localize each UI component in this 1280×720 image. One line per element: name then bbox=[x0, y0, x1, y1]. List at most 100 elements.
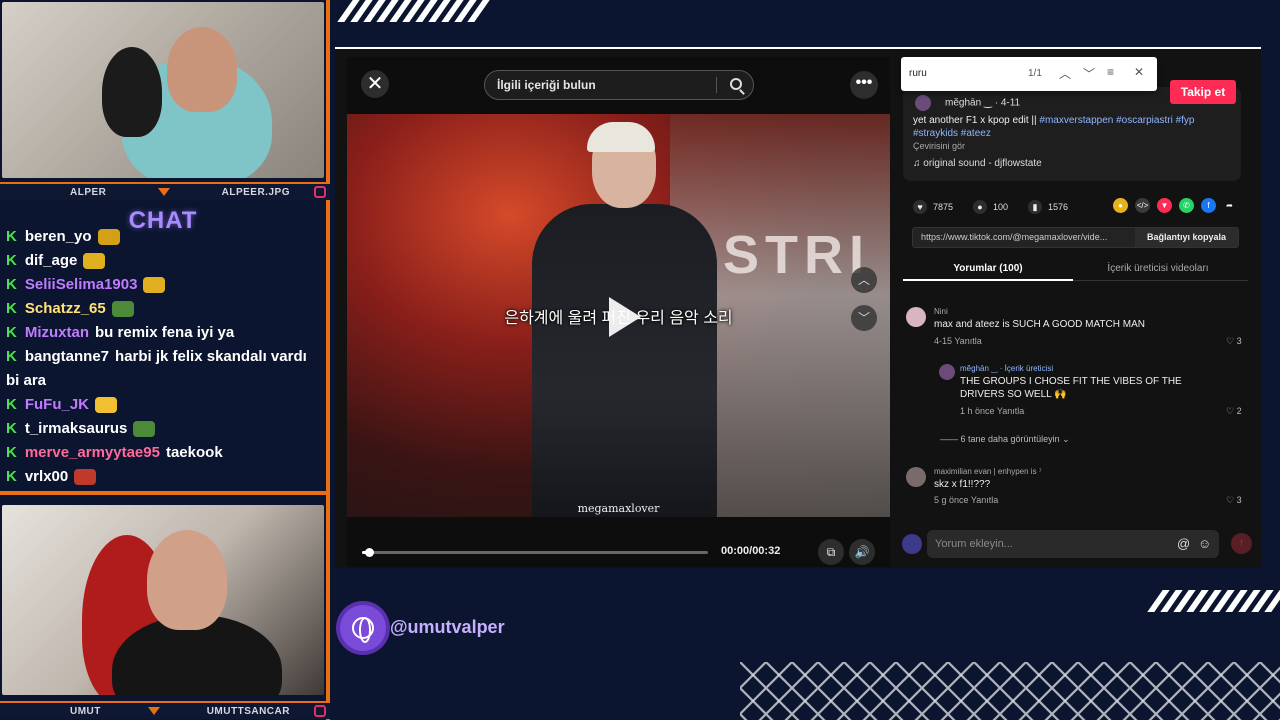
chat-message: K FuFu_JK bbox=[6, 393, 322, 417]
driver-cap bbox=[587, 122, 655, 152]
badge-icon: K bbox=[6, 396, 17, 413]
comment-icon[interactable]: ● bbox=[973, 200, 987, 214]
comment-meta[interactable]: 1 h önce Yanıtla bbox=[960, 406, 1024, 416]
comment-count: 100 bbox=[993, 202, 1009, 212]
heart-icon[interactable]: ♥ bbox=[913, 200, 927, 214]
search-input[interactable]: İlgili içeriği bulun bbox=[484, 70, 754, 100]
bookmark-icon[interactable]: ▮ bbox=[1028, 200, 1042, 214]
diamond-pattern-decoration bbox=[740, 662, 1280, 720]
chat-username[interactable]: vrlx00 bbox=[25, 468, 68, 485]
browser-window: ✕ İlgili içeriği bulun ••• ASTRI 은하계에 울려… bbox=[335, 47, 1261, 568]
share-link-text[interactable]: https://www.tiktok.com/@megamaxlover/vid… bbox=[921, 232, 1107, 242]
search-icon[interactable] bbox=[730, 78, 742, 90]
play-icon[interactable] bbox=[609, 297, 641, 337]
avatar[interactable] bbox=[906, 467, 926, 487]
comment-composer: Yorum ekleyin... @ ☺ ↑ bbox=[892, 528, 1252, 560]
mention-icon[interactable]: @ bbox=[1177, 536, 1190, 551]
progress-knob[interactable] bbox=[364, 548, 374, 557]
chat-list: Kberen_yo Kdif_age K SeliiSelima1903 K Schatz… bbox=[6, 225, 322, 489]
translate-link[interactable]: Çevirisini gör bbox=[913, 141, 965, 151]
find-query[interactable]: ruru bbox=[909, 68, 927, 79]
video-timecode: 00:00/00:32 bbox=[721, 545, 781, 557]
comment-meta[interactable]: 4-15 Yanıtla bbox=[934, 336, 982, 346]
copy-link-button[interactable]: Bağlantıyı kopyala bbox=[1134, 228, 1238, 247]
post-author[interactable]: mĕghān ‿ · 4-11 bbox=[915, 95, 1020, 111]
video-frame[interactable]: ASTRI 은하계에 울려 퍼진 우리 음악 소리 ︿ ﹀ megamaxlov… bbox=[347, 114, 890, 517]
avatar[interactable] bbox=[906, 307, 926, 327]
save-stat[interactable]: ▮ 1576 bbox=[1028, 200, 1068, 214]
badge-icon: K bbox=[6, 252, 17, 269]
badge-icon: K bbox=[6, 444, 17, 461]
more-options-button[interactable]: ••• bbox=[850, 71, 878, 99]
whatsapp-icon[interactable]: ✆ bbox=[1179, 198, 1194, 213]
emote-icon bbox=[97, 229, 120, 246]
coin-icon[interactable]: ● bbox=[1113, 198, 1128, 213]
video-progress-bar[interactable] bbox=[362, 548, 708, 557]
volume-icon[interactable]: 🔊 bbox=[849, 539, 875, 565]
close-icon[interactable]: ✕ bbox=[1134, 65, 1144, 79]
emote-icon bbox=[95, 397, 118, 414]
cam-top-nameplate: ALPER ALPEER.JPG bbox=[0, 182, 330, 200]
facebook-icon[interactable]: f bbox=[1201, 198, 1216, 213]
chat-username[interactable]: dif_age bbox=[25, 252, 78, 269]
comment-like[interactable]: ♡ 3 bbox=[1226, 336, 1242, 347]
chat-message: K Schatzz_65 bbox=[6, 297, 322, 321]
webcam-top bbox=[2, 2, 324, 178]
avatar[interactable] bbox=[939, 364, 955, 380]
chat-username[interactable]: bangtanne7 bbox=[25, 348, 109, 365]
chevron-down-icon[interactable]: ﹀ bbox=[1083, 65, 1095, 82]
badge-icon: K bbox=[6, 300, 17, 317]
pip-icon[interactable]: ⧉ bbox=[818, 539, 844, 565]
chat-message: Kvrlx00 bbox=[6, 465, 322, 489]
send-button[interactable]: ↑ bbox=[1231, 533, 1252, 554]
find-count: 1/1 bbox=[1028, 68, 1042, 79]
previous-video-button[interactable]: ︿ bbox=[851, 267, 877, 293]
chat-username[interactable]: SeliiSelima1903 bbox=[25, 276, 138, 293]
avatar[interactable] bbox=[915, 95, 931, 111]
view-more-replies[interactable]: —— 6 tane daha görüntüleyin ⌄ bbox=[940, 434, 1070, 445]
instagram-icon bbox=[314, 705, 326, 717]
chevron-up-icon[interactable]: ︿ bbox=[1059, 65, 1071, 82]
find-in-page-bar: ruru 1/1 ︿ ﹀ ≡ ✕ bbox=[901, 57, 1157, 91]
tab-creator-videos[interactable]: İçerik üreticisi videoları bbox=[1073, 263, 1243, 274]
embed-icon[interactable]: </> bbox=[1135, 198, 1150, 213]
video-player: ✕ İlgili içeriği bulun ••• ASTRI 은하계에 울려… bbox=[347, 57, 890, 567]
chat-username[interactable]: Mizuxtan bbox=[25, 324, 89, 341]
video-watermark: megamaxlover bbox=[577, 502, 660, 515]
share-icon[interactable]: ➦ bbox=[1222, 198, 1237, 213]
comment-author[interactable]: Nini bbox=[934, 307, 948, 316]
cam-top-name-left: ALPER bbox=[70, 186, 107, 198]
comment-author[interactable]: mĕghān ‿ · İçerik üreticisi bbox=[960, 364, 1053, 373]
like-stat[interactable]: ♥ 7875 bbox=[913, 200, 953, 214]
triangle-marker-icon bbox=[158, 188, 171, 196]
menu-icon[interactable]: ≡ bbox=[1107, 65, 1114, 79]
follow-button[interactable]: Takip et bbox=[1170, 80, 1236, 104]
comment-meta[interactable]: 5 g önce Yanıtla bbox=[934, 495, 998, 505]
emote-icon bbox=[111, 301, 134, 318]
chat-message: Kberen_yo bbox=[6, 225, 322, 249]
caption-text: yet another F1 x kpop edit || bbox=[913, 115, 1037, 126]
comment-stat[interactable]: ● 100 bbox=[973, 200, 1008, 214]
comment-like[interactable]: ♡ 2 bbox=[1226, 406, 1242, 417]
send-icon[interactable]: ▼ bbox=[1157, 198, 1172, 213]
chat-username[interactable]: beren_yo bbox=[25, 228, 92, 245]
chat-username[interactable]: merve_armyytae95 bbox=[25, 444, 160, 461]
badge-icon: K bbox=[6, 276, 17, 293]
comment-author[interactable]: maximilian evan | enhypen is ⁷ bbox=[934, 467, 1042, 476]
comment-like[interactable]: ♡ 3 bbox=[1226, 495, 1242, 506]
chat-username[interactable]: t_irmaksaurus bbox=[25, 420, 128, 437]
comment-input[interactable]: Yorum ekleyin... bbox=[927, 530, 1219, 558]
streamer-head bbox=[167, 27, 237, 112]
sound-link[interactable]: ♫ original sound - djflowstate bbox=[913, 158, 1042, 169]
close-button[interactable]: ✕ bbox=[361, 70, 389, 98]
streamer-head bbox=[147, 530, 227, 630]
emoji-icon[interactable]: ☺ bbox=[1198, 536, 1211, 551]
comment-text: max and ateez is SUCH A GOOD MATCH MAN bbox=[934, 319, 1145, 330]
chat-username[interactable]: Schatzz_65 bbox=[25, 300, 106, 317]
chat-message: Kdif_age bbox=[6, 249, 322, 273]
chat-message: Kmerve_armyytae95 taekook bbox=[6, 441, 322, 465]
badge-icon: K bbox=[6, 468, 17, 485]
tab-comments[interactable]: Yorumlar (100) bbox=[903, 263, 1073, 274]
next-video-button[interactable]: ﹀ bbox=[851, 305, 877, 331]
chat-username[interactable]: FuFu_JK bbox=[25, 396, 89, 413]
